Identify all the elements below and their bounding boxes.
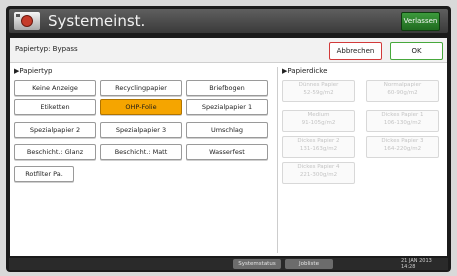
paper-type-wasserfest-button[interactable]: Wasserfest bbox=[186, 144, 268, 160]
button-label: Dickes Papier 2 bbox=[297, 138, 340, 144]
paper-type-etiketten-button[interactable]: Etiketten bbox=[14, 99, 96, 115]
button-sublabel: 106-130g/m2 bbox=[383, 120, 422, 126]
clock-time: 14:28 bbox=[401, 264, 416, 270]
paper-type-spezialpapier-2-button[interactable]: Spezialpapier 2 bbox=[14, 122, 96, 138]
clock: 21 JAN 2013 14:28 bbox=[401, 258, 432, 270]
thickness-normalpapier-button[interactable]: Normalpapier 60-90g/m2 bbox=[366, 80, 439, 102]
paper-thickness-label: ▶Papierdicke bbox=[282, 67, 328, 75]
button-label: Dünnes Papier bbox=[298, 82, 339, 88]
thickness-duennes-papier-button[interactable]: Dünnes Papier 52-59g/m2 bbox=[282, 80, 355, 102]
button-label: Dickes Papier 4 bbox=[297, 164, 340, 170]
job-list-button[interactable]: Jobliste bbox=[285, 259, 333, 269]
thickness-dickes-papier-1-button[interactable]: Dickes Papier 1 106-130g/m2 bbox=[366, 110, 439, 132]
thickness-medium-button[interactable]: Medium 91-105g/m2 bbox=[282, 110, 355, 132]
exit-button[interactable]: Verlassen bbox=[401, 12, 440, 31]
cancel-button[interactable]: Abbrechen bbox=[329, 42, 382, 60]
thickness-dickes-papier-2-button[interactable]: Dickes Papier 2 131-163g/m2 bbox=[282, 136, 355, 158]
button-label: Medium bbox=[307, 112, 330, 118]
paper-type-briefbogen-button[interactable]: Briefbogen bbox=[186, 80, 268, 96]
thickness-dickes-papier-3-button[interactable]: Dickes Papier 3 164-220g/m2 bbox=[366, 136, 439, 158]
paper-type-spezialpapier-1-button[interactable]: Spezialpapier 1 bbox=[186, 99, 268, 115]
paper-type-matt-button[interactable]: Beschicht.: Matt bbox=[100, 144, 182, 160]
button-label: Normalpapier bbox=[383, 82, 422, 88]
status-bar: Systemstatus Jobliste 21 JAN 2013 14:28 bbox=[9, 258, 448, 270]
thickness-dickes-papier-4-button[interactable]: Dickes Papier 4 221-300g/m2 bbox=[282, 162, 355, 184]
paper-type-glanz-button[interactable]: Beschicht.: Glanz bbox=[14, 144, 96, 160]
button-sublabel: 131-163g/m2 bbox=[299, 146, 338, 152]
settings-panel: Papiertyp: Bypass Abbrechen OK ▶Papierty… bbox=[10, 38, 447, 256]
system-settings-icon bbox=[14, 12, 40, 30]
app-title: Systemeinst. bbox=[48, 12, 146, 30]
button-sublabel: 52-59g/m2 bbox=[303, 90, 334, 96]
title-bar: Systemeinst. Verlassen bbox=[9, 9, 448, 33]
paper-type-label: ▶Papiertyp bbox=[14, 67, 53, 75]
paper-type-spezialpapier-3-button[interactable]: Spezialpapier 3 bbox=[100, 122, 182, 138]
system-status-button[interactable]: Systemstatus bbox=[233, 259, 281, 269]
paper-type-umschlag-button[interactable]: Umschlag bbox=[186, 122, 268, 138]
paper-type-rotfilter-button[interactable]: Rotfilter Pa. bbox=[14, 166, 74, 182]
button-sublabel: 221-300g/m2 bbox=[299, 172, 338, 178]
button-sublabel: 164-220g/m2 bbox=[383, 146, 422, 152]
ok-button[interactable]: OK bbox=[390, 42, 443, 60]
page-title: Papiertyp: Bypass bbox=[15, 45, 78, 53]
button-sublabel: 91-105g/m2 bbox=[301, 120, 336, 126]
paper-type-keine-anzeige-button[interactable]: Keine Anzeige bbox=[14, 80, 96, 96]
paper-type-recyclingpapier-button[interactable]: Recyclingpapier bbox=[100, 80, 182, 96]
button-label: Dickes Papier 3 bbox=[381, 138, 424, 144]
settings-header: Papiertyp: Bypass Abbrechen OK bbox=[10, 38, 447, 63]
button-sublabel: 60-90g/m2 bbox=[387, 90, 418, 96]
section-divider bbox=[277, 67, 278, 253]
paper-type-ohp-folie-button[interactable]: OHP-Folie bbox=[100, 99, 182, 115]
button-label: Dickes Papier 1 bbox=[381, 112, 424, 118]
